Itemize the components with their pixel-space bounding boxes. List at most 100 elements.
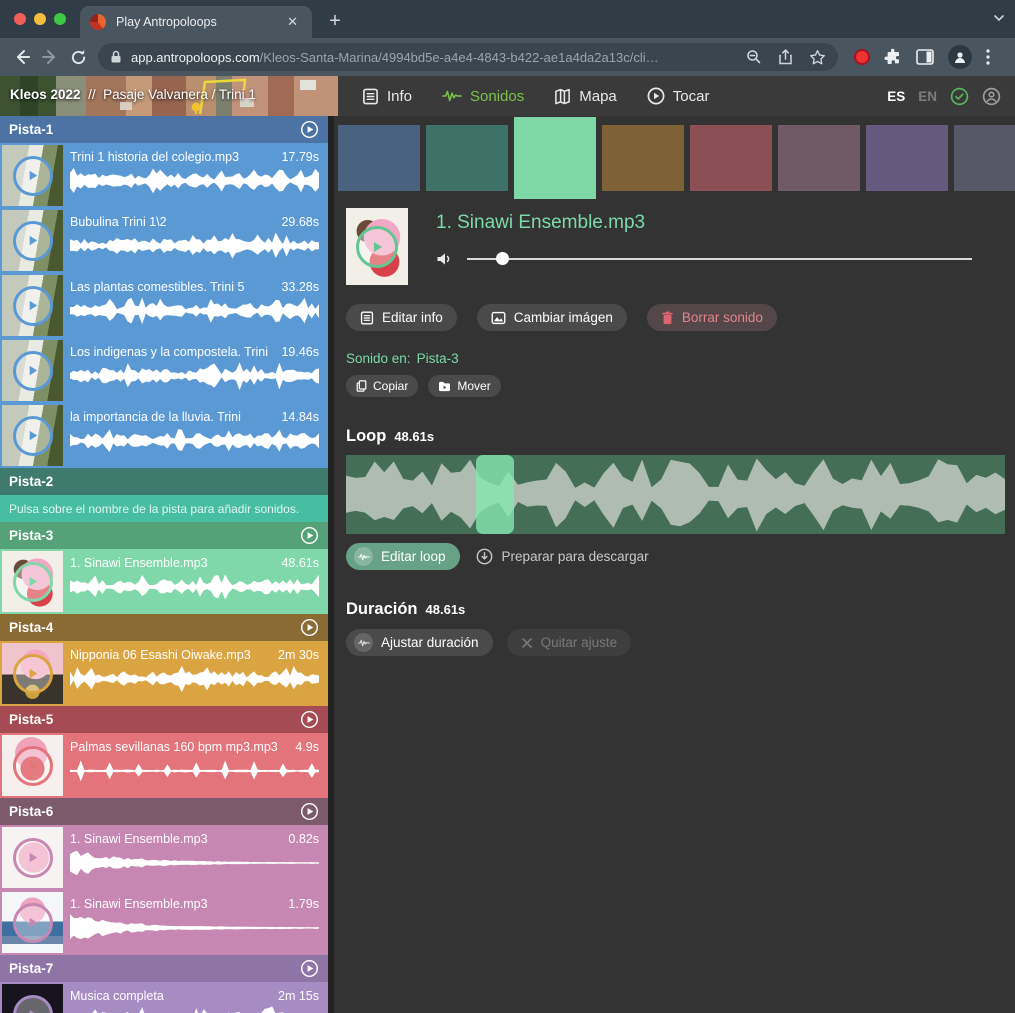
delete-sound-button[interactable]: Borrar sonido	[647, 304, 777, 331]
nav-tab-sonidos[interactable]: Sonidos	[442, 88, 524, 105]
track-name[interactable]: Pista-6	[9, 804, 53, 819]
breadcrumb-project[interactable]: Kleos 2022	[10, 87, 81, 102]
track-play-icon[interactable]	[300, 120, 319, 139]
clip-name[interactable]: Trini 1 historia del colegio.mp3	[70, 150, 273, 164]
clip-name[interactable]: Palmas sevillanas 160 bpm mp3.mp3	[70, 740, 287, 754]
side-panel-icon[interactable]	[916, 49, 934, 65]
clip-play-icon[interactable]	[13, 995, 53, 1013]
browser-profile-avatar[interactable]	[948, 45, 972, 69]
clip-thumbnail-dark[interactable]	[2, 984, 63, 1013]
clip-row[interactable]: Palmas sevillanas 160 bpm mp3.mp34.9s	[0, 733, 328, 798]
clip-row[interactable]: 1. Sinawi Ensemble.mp31.79s	[0, 890, 328, 955]
prepare-download-button[interactable]: Preparar para descargar	[476, 548, 649, 565]
clip-thumbnail-george-pig[interactable]	[2, 892, 63, 953]
extensions-puzzle-icon[interactable]	[884, 48, 902, 66]
track-name[interactable]: Pista-1	[9, 122, 53, 137]
clip-thumbnail-house-photo[interactable]	[2, 405, 63, 466]
edit-info-button[interactable]: Editar info	[346, 304, 457, 331]
clip-name[interactable]: 1. Sinawi Ensemble.mp3	[70, 832, 280, 846]
sound-location-track-link[interactable]: Pista-3	[417, 351, 459, 366]
remove-adjust-button[interactable]: Quitar ajuste	[507, 629, 632, 656]
track-swatch-6[interactable]	[778, 125, 860, 191]
lang-es-button[interactable]: ES	[887, 89, 905, 104]
browser-tab[interactable]: Play Antropoloops ✕	[80, 6, 312, 38]
clip-row[interactable]: Bubulina Trini 1\229.68s	[0, 208, 328, 273]
clip-name[interactable]: Bubulina Trini 1\2	[70, 215, 273, 229]
clip-play-icon[interactable]	[13, 562, 53, 602]
track-swatch-2[interactable]	[426, 125, 508, 191]
clip-play-icon[interactable]	[13, 903, 53, 943]
track-swatch-4[interactable]	[602, 125, 684, 191]
tracks-sidebar[interactable]: Pista-1 Trini 1 historia del colegio.mp3 1…	[0, 116, 334, 1013]
clip-name[interactable]: Nipponia 06 Esashi Oiwake.mp3	[70, 648, 270, 662]
clip-play-icon[interactable]	[13, 286, 53, 326]
clip-name[interactable]: 1. Sinawi Ensemble.mp3	[70, 556, 273, 570]
share-icon[interactable]	[778, 49, 793, 65]
clip-thumbnail-peppa-pink[interactable]	[2, 551, 63, 612]
track-play-icon[interactable]	[300, 618, 319, 637]
clip-row[interactable]: la importancia de la lluvia. Trini14.84s	[0, 403, 328, 468]
track-name[interactable]: Pista-2	[9, 474, 53, 489]
sound-thumbnail[interactable]	[346, 208, 408, 285]
nav-tab-mapa[interactable]: Mapa	[554, 88, 617, 105]
account-icon[interactable]	[982, 87, 1001, 106]
track-name[interactable]: Pista-7	[9, 961, 53, 976]
tab-search-chevron-icon[interactable]	[993, 11, 1005, 29]
copy-sound-button[interactable]: Copiar	[346, 375, 418, 397]
track-header[interactable]: Pista-6	[0, 798, 328, 825]
back-icon[interactable]	[8, 43, 36, 71]
browser-menu-dots-icon[interactable]	[986, 49, 990, 65]
clip-name[interactable]: Las plantas comestibles. Trini 5	[70, 280, 273, 294]
lang-en-button[interactable]: EN	[918, 89, 937, 104]
clip-row[interactable]: Musica completa2m 15s	[0, 982, 328, 1013]
clip-thumbnail-peppa-pig[interactable]	[2, 827, 63, 888]
new-tab-button[interactable]: +	[322, 9, 348, 35]
clip-row[interactable]: Las plantas comestibles. Trini 533.28s	[0, 273, 328, 338]
track-header[interactable]: Pista-7	[0, 955, 328, 982]
clip-play-icon[interactable]	[13, 416, 53, 456]
clip-thumbnail-house-photo[interactable]	[2, 275, 63, 336]
track-header[interactable]: Pista-5	[0, 706, 328, 733]
project-map-photo[interactable]: Kleos 2022 // Pasaje Valvanera / Trini 1	[0, 76, 338, 116]
track-swatch-3[interactable]	[514, 117, 596, 199]
track-swatch-8[interactable]	[954, 125, 1015, 191]
zoom-window-button[interactable]	[54, 13, 66, 25]
saved-check-icon[interactable]	[950, 87, 969, 106]
track-swatch-5[interactable]	[690, 125, 772, 191]
clip-thumbnail-house-photo[interactable]	[2, 210, 63, 271]
breadcrumb[interactable]: Kleos 2022 // Pasaje Valvanera / Trini 1	[10, 87, 256, 102]
close-window-button[interactable]	[14, 13, 26, 25]
change-image-button[interactable]: Cambiar imágen	[477, 304, 627, 331]
clip-row[interactable]: 1. Sinawi Ensemble.mp348.61s	[0, 549, 328, 614]
address-bar[interactable]: app.antropoloops.com/Kleos-Santa-Marina/…	[98, 43, 838, 71]
clip-row[interactable]: Los indigenas y la compostela. Trini19.4…	[0, 338, 328, 403]
volume-icon[interactable]	[436, 251, 453, 267]
reload-icon[interactable]	[64, 43, 92, 71]
clip-play-icon[interactable]	[13, 351, 53, 391]
nav-tab-tocar[interactable]: Tocar	[647, 87, 710, 105]
loop-selection-band[interactable]	[476, 455, 514, 534]
edit-loop-button[interactable]: Editar loop	[346, 543, 460, 570]
volume-slider[interactable]	[467, 252, 972, 266]
clip-name[interactable]: la importancia de la lluvia. Trini	[70, 410, 273, 424]
track-header[interactable]: Pista-3	[0, 522, 328, 549]
track-play-icon[interactable]	[300, 802, 319, 821]
clip-thumbnail-house-photo[interactable]	[2, 340, 63, 401]
clip-play-icon[interactable]	[13, 746, 53, 786]
loop-waveform-panel[interactable]	[346, 455, 1005, 534]
track-swatch-1[interactable]	[338, 125, 420, 191]
track-play-icon[interactable]	[300, 710, 319, 729]
tab-close-icon[interactable]: ✕	[283, 12, 302, 32]
recorder-extension-icon[interactable]	[854, 49, 870, 65]
sound-play-icon[interactable]	[356, 226, 398, 268]
macos-traffic-lights[interactable]	[14, 13, 66, 25]
track-play-icon[interactable]	[300, 959, 319, 978]
clip-play-icon[interactable]	[13, 838, 53, 878]
adjust-duration-button[interactable]: Ajustar duración	[346, 629, 493, 656]
track-header[interactable]: Pista-4	[0, 614, 328, 641]
track-header[interactable]: Pista-2	[0, 468, 328, 495]
nav-tab-info[interactable]: Info	[362, 88, 412, 105]
clip-play-icon[interactable]	[13, 156, 53, 196]
clip-thumbnail-peppa-gold[interactable]	[2, 643, 63, 704]
clip-thumbnail-peppa-red-ball[interactable]	[2, 735, 63, 796]
